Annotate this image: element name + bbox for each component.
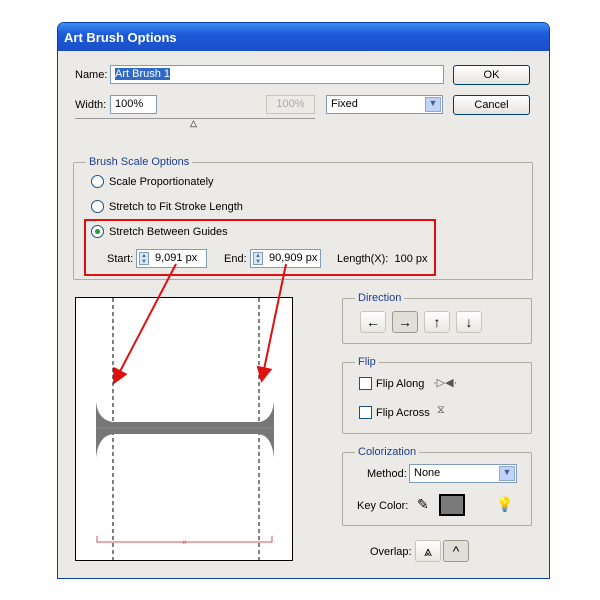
direction-group: Direction ← → ↑ ↓ (342, 292, 532, 344)
method-label: Method: (367, 468, 407, 480)
flip-across-icon: ⧖ (437, 404, 445, 416)
chevron-down-icon: ▼ (499, 466, 515, 481)
flip-across-checkbox[interactable] (359, 406, 372, 419)
direction-right-button[interactable]: → (392, 311, 418, 333)
method-select[interactable]: None ▼ (409, 464, 517, 483)
lightbulb-icon[interactable]: 💡 (496, 496, 513, 513)
key-color-label: Key Color: (357, 500, 409, 512)
end-arrow (256, 263, 287, 383)
flip-along-label: Flip Along (376, 378, 425, 390)
key-color-swatch[interactable] (439, 494, 465, 516)
colorization-legend: Colorization (355, 446, 420, 458)
overlap-none-button[interactable]: ^ (443, 540, 469, 562)
colorization-group: Colorization Method: None ▼ Key Color: ✎ … (342, 446, 532, 526)
flip-along-icon: ·▷◀· (433, 377, 458, 389)
direction-up-button[interactable]: ↑ (424, 311, 450, 333)
overlap-label: Overlap: (370, 546, 412, 558)
flip-legend: Flip (355, 356, 379, 368)
bracket-center-mark: × (182, 538, 187, 547)
flip-group: Flip Flip Along ·▷◀· Flip Across ⧖ (342, 356, 532, 434)
direction-down-button[interactable]: ↓ (456, 311, 482, 333)
art-brush-options-dialog: Art Brush Options Name: Art Brush 1 OK W… (57, 22, 550, 579)
start-arrow (113, 263, 177, 385)
overlap-adjust-button[interactable]: ⩓ (415, 540, 441, 562)
direction-left-button[interactable]: ← (360, 311, 386, 333)
method-value: None (414, 467, 441, 479)
flip-along-checkbox[interactable] (359, 377, 372, 390)
flip-across-label: Flip Across (376, 407, 430, 419)
direction-legend: Direction (355, 292, 405, 304)
eyedropper-icon[interactable]: ✎ (417, 496, 429, 513)
